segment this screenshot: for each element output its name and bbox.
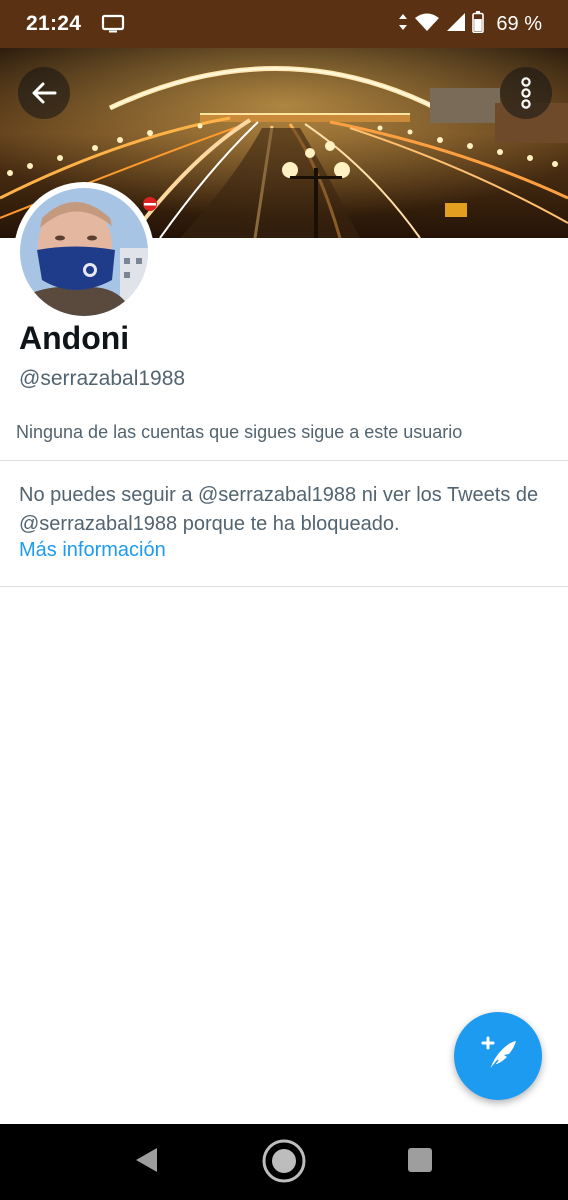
svg-text:4: 4: [431, 23, 436, 32]
display-name: Andoni: [19, 320, 130, 356]
avatar[interactable]: [14, 182, 154, 322]
more-options-button[interactable]: [500, 67, 552, 119]
data-arrows-icon: [398, 12, 408, 37]
more-vertical-icon: [520, 77, 532, 109]
blocked-message: No puedes seguir a @serrazabal1988 ni ve…: [19, 484, 539, 535]
battery-icon: [472, 10, 485, 38]
back-button[interactable]: [18, 67, 70, 119]
avatar-photo: [20, 188, 148, 316]
nav-home-button[interactable]: [261, 1138, 307, 1189]
user-handle: @serrazabal1988: [19, 367, 186, 390]
signal-icon: [446, 12, 466, 37]
battery-percent: 69 %: [496, 12, 542, 35]
follow-context-text: Ninguna de las cuentas que sigues sigue …: [16, 422, 463, 442]
nav-back-button[interactable]: [126, 1142, 166, 1182]
status-bar: 21:24 4 69 %: [0, 0, 568, 48]
back-triangle-icon: [133, 1146, 159, 1179]
system-nav-bar: [0, 1124, 568, 1200]
arrow-left-icon: [30, 79, 58, 107]
home-circle-icon: [261, 1138, 307, 1189]
nav-recents-button[interactable]: [400, 1142, 440, 1182]
status-right-group: 4 69 %: [398, 10, 542, 38]
divider: [0, 586, 568, 587]
wifi-icon: 4: [414, 12, 440, 37]
cast-icon: [101, 13, 125, 35]
learn-more-link[interactable]: Más información: [19, 539, 166, 562]
recents-square-icon: [407, 1147, 433, 1178]
status-time: 21:24: [26, 12, 82, 35]
compose-tweet-button[interactable]: [454, 1012, 542, 1100]
compose-tweet-icon: [476, 1032, 520, 1081]
divider: [0, 460, 568, 461]
